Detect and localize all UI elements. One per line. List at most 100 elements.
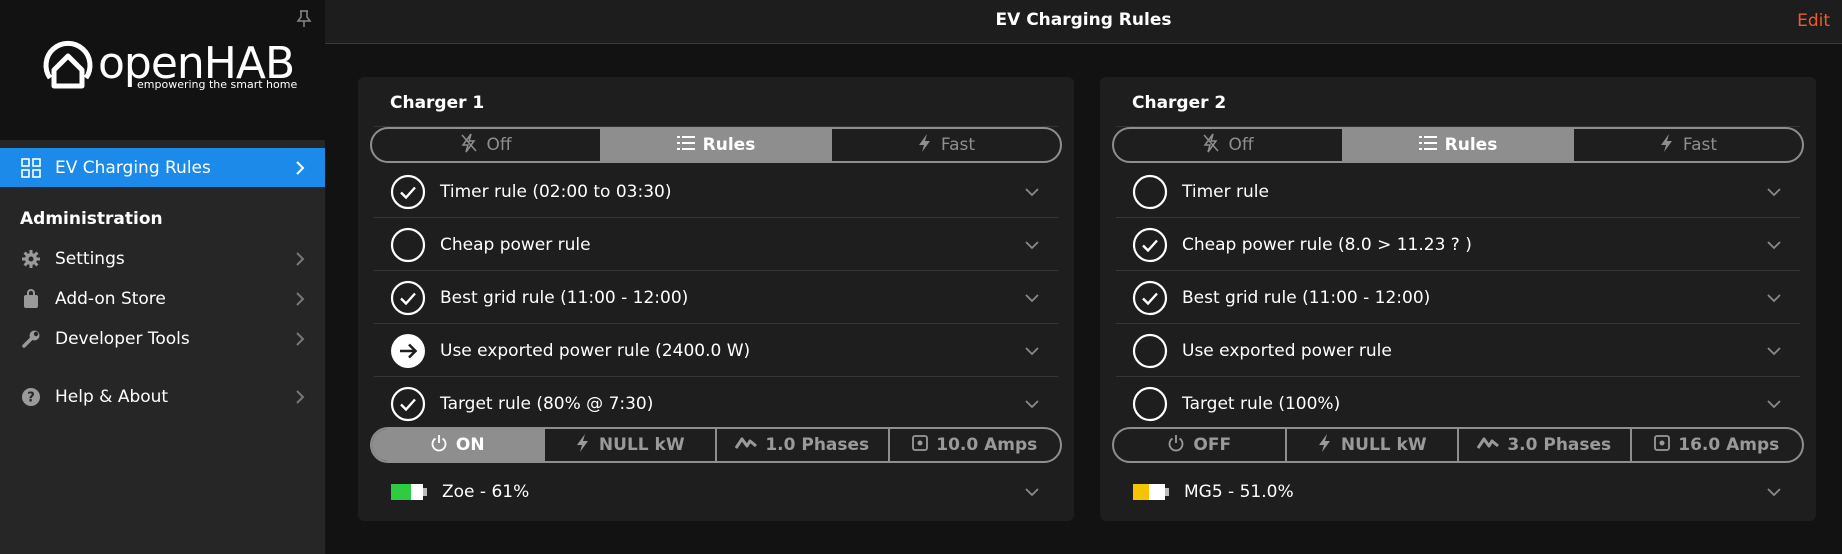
rule-label: Best grid rule (11:00 - 12:00) xyxy=(440,287,689,308)
rule-label: Use exported power rule xyxy=(1182,340,1392,361)
rule-row[interactable]: Timer rule (02:00 to 03:30) xyxy=(374,166,1058,218)
battery-icon xyxy=(1133,484,1169,500)
edit-button[interactable]: Edit xyxy=(1797,11,1830,31)
flash-icon xyxy=(917,133,933,158)
mode-button-rules[interactable]: Rules xyxy=(1344,129,1574,161)
status-button-3-0-phases[interactable]: 3.0 Phases xyxy=(1459,429,1632,461)
openhab-logo-icon xyxy=(43,40,93,89)
sidebar-item-settings[interactable]: Settings xyxy=(0,241,325,277)
empty-circle-icon xyxy=(1132,333,1168,368)
flash-off-icon xyxy=(460,133,478,158)
sidebar: openHAB empowering the smart home EV Cha… xyxy=(0,0,325,554)
flash-icon xyxy=(1317,433,1333,458)
status-button-on[interactable]: ON xyxy=(372,429,545,461)
rule-label: Timer rule xyxy=(1182,181,1269,202)
chevron-right-icon xyxy=(296,390,305,404)
rule-label: Cheap power rule (8.0 > 11.23 ? ) xyxy=(1182,234,1472,255)
mode-button-rules[interactable]: Rules xyxy=(602,129,832,161)
mode-label: Off xyxy=(1228,135,1254,155)
rule-row[interactable]: Best grid rule (11:00 - 12:00) xyxy=(374,272,1058,324)
rule-row[interactable]: Cheap power rule xyxy=(374,219,1058,271)
rule-label: Best grid rule (11:00 - 12:00) xyxy=(1182,287,1431,308)
chevron-down-icon[interactable] xyxy=(1024,399,1040,409)
sidebar-item-ev-charging-rules[interactable]: EV Charging Rules xyxy=(0,148,325,187)
chevron-down-icon[interactable] xyxy=(1766,187,1782,197)
status-label: 1.0 Phases xyxy=(765,435,870,455)
flash-icon xyxy=(1659,133,1675,158)
page-header: EV Charging Rules Edit xyxy=(325,0,1842,44)
arrow-right-circle-icon xyxy=(391,333,425,368)
charge-mode-selector: Off Rules Fast xyxy=(1112,127,1804,163)
wave-icon xyxy=(735,435,758,455)
bag-icon xyxy=(20,288,42,310)
sidebar-item-label: Help & About xyxy=(55,387,169,407)
status-label: 16.0 Amps xyxy=(1678,435,1780,455)
openhab-logo[interactable]: openHAB empowering the smart home xyxy=(40,40,297,96)
status-label: ON xyxy=(455,435,485,455)
logo-area: openHAB empowering the smart home xyxy=(0,0,325,140)
battery-label: MG5 - 51.0% xyxy=(1184,482,1294,502)
sidebar-item-label: Settings xyxy=(55,249,125,269)
battery-icon xyxy=(391,484,427,500)
sidebar-item-label: Developer Tools xyxy=(55,329,190,349)
mode-label: Fast xyxy=(940,135,976,155)
battery-row[interactable]: Zoe - 61% xyxy=(374,470,1058,514)
chevron-down-icon[interactable] xyxy=(1766,399,1782,409)
status-button-1-0-phases[interactable]: 1.0 Phases xyxy=(717,429,890,461)
mode-button-fast[interactable]: Fast xyxy=(1574,129,1802,161)
sidebar-item-developer-tools[interactable]: Developer Tools xyxy=(0,321,325,357)
empty-circle-icon xyxy=(1132,174,1168,209)
charger-status-bar: ON NULL kW 1.0 Phases 10.0 Amps xyxy=(370,427,1062,463)
chevron-right-icon xyxy=(296,332,305,346)
mode-button-off[interactable]: Off xyxy=(372,129,602,161)
charge-mode-selector: Off Rules Fast xyxy=(370,127,1062,163)
chevron-down-icon[interactable] xyxy=(1024,293,1040,303)
battery-row[interactable]: MG5 - 51.0% xyxy=(1116,470,1800,514)
chevron-right-icon xyxy=(296,292,305,306)
mode-label: Rules xyxy=(1444,135,1498,155)
mode-button-off[interactable]: Off xyxy=(1114,129,1344,161)
status-button-null-kw[interactable]: NULL kW xyxy=(1287,429,1459,461)
status-button-10-0-amps[interactable]: 10.0 Amps xyxy=(890,429,1061,461)
rule-row[interactable]: Target rule (100%) xyxy=(1116,378,1800,430)
sidebar-item-help-about[interactable]: ? Help & About xyxy=(0,379,325,415)
status-label: NULL kW xyxy=(598,435,685,455)
list-icon xyxy=(1418,135,1437,156)
chevron-right-icon xyxy=(296,160,305,175)
rule-row[interactable]: Use exported power rule (2400.0 W) xyxy=(374,325,1058,377)
status-label: 3.0 Phases xyxy=(1507,435,1612,455)
status-button-null-kw[interactable]: NULL kW xyxy=(545,429,717,461)
chevron-down-icon[interactable] xyxy=(1024,487,1040,497)
sidebar-item-addon-store[interactable]: Add-on Store xyxy=(0,281,325,317)
check-circle-icon xyxy=(1132,227,1168,262)
mode-button-fast[interactable]: Fast xyxy=(832,129,1060,161)
square-dot-icon xyxy=(1654,434,1671,456)
chevron-down-icon[interactable] xyxy=(1766,293,1782,303)
sidebar-item-label: Add-on Store xyxy=(55,289,166,309)
rule-row[interactable]: Target rule (80% @ 7:30) xyxy=(374,378,1058,430)
rule-label: Target rule (80% @ 7:30) xyxy=(440,394,654,414)
chevron-down-icon[interactable] xyxy=(1766,346,1782,356)
rule-label: Use exported power rule (2400.0 W) xyxy=(440,340,751,361)
status-label: NULL kW xyxy=(1340,435,1427,455)
status-label: OFF xyxy=(1193,435,1232,455)
wave-icon xyxy=(1477,435,1500,455)
power-icon xyxy=(1167,434,1185,457)
rule-row[interactable]: Use exported power rule xyxy=(1116,325,1800,377)
chevron-right-icon xyxy=(296,252,305,266)
chevron-down-icon[interactable] xyxy=(1766,487,1782,497)
chevron-down-icon[interactable] xyxy=(1024,187,1040,197)
rule-row[interactable]: Cheap power rule (8.0 > 11.23 ? ) xyxy=(1116,219,1800,271)
card-title: Charger 2 xyxy=(1132,93,1227,113)
chevron-down-icon[interactable] xyxy=(1766,240,1782,250)
rule-row[interactable]: Timer rule xyxy=(1116,166,1800,218)
rule-row[interactable]: Best grid rule (11:00 - 12:00) xyxy=(1116,272,1800,324)
pin-icon[interactable] xyxy=(296,10,312,28)
chevron-down-icon[interactable] xyxy=(1024,346,1040,356)
chevron-down-icon[interactable] xyxy=(1024,240,1040,250)
status-button-16-0-amps[interactable]: 16.0 Amps xyxy=(1632,429,1803,461)
charger-card: Charger 1 Off Rules Fast Timer rule (02:… xyxy=(358,77,1074,521)
list-icon xyxy=(676,135,695,156)
check-circle-icon xyxy=(390,386,426,422)
status-button-off[interactable]: OFF xyxy=(1114,429,1287,461)
